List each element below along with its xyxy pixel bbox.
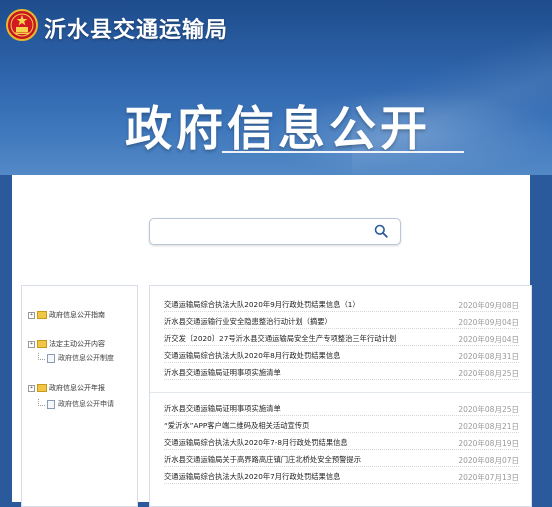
- list-divider: [150, 392, 531, 394]
- tree-item-active-disclosure[interactable]: + 法定主动公开内容: [28, 339, 105, 349]
- list-item-title[interactable]: 沂水县交通运输局证明事项实施清单: [164, 404, 281, 414]
- expand-icon[interactable]: +: [28, 384, 35, 392]
- category-tree: + 政府信息公开指南 + 法定主动公开内容 政府信息公开制度 + 政府信息公开年…: [21, 285, 138, 507]
- list-item-date: 2020年09月04日: [458, 335, 519, 344]
- list-item[interactable]: 交通运输局综合执法大队2020年9月行政处罚结果信息（1） 2020年09月08…: [164, 297, 519, 312]
- list-item[interactable]: 沂交发〔2020〕27号沂水县交通运输局安全生产专项整治三年行动计划 2020年…: [164, 331, 519, 346]
- page-title: 政府信息公开: [125, 102, 431, 157]
- search-input[interactable]: [156, 222, 360, 242]
- tree-item-application[interactable]: 政府信息公开申请: [38, 398, 114, 409]
- list-item[interactable]: “爱沂水”APP客户端二维码及相关活动宣传页 2020年08月21日: [164, 418, 519, 433]
- list-item-title[interactable]: 交通运输局综合执法大队2020年9月行政处罚结果信息（1）: [164, 300, 360, 310]
- document-icon: [47, 353, 55, 363]
- tree-branch-line: [38, 352, 45, 360]
- expand-icon[interactable]: +: [28, 311, 35, 319]
- list-item-date: 2020年07月13日: [458, 473, 519, 482]
- tree-branch-line: [38, 398, 45, 406]
- tree-item-label: 政府信息公开申请: [58, 400, 114, 408]
- list-item-title[interactable]: 交通运输局综合执法大队2020年7月行政处罚结果信息: [164, 472, 340, 482]
- title-underline: [222, 151, 464, 153]
- list-item-date: 2020年09月04日: [458, 318, 519, 327]
- list-item-title[interactable]: 沂水县交通运输行业安全隐患整治行动计划（摘要）: [164, 317, 332, 327]
- list-item-date: 2020年08月25日: [458, 405, 519, 414]
- list-item-title[interactable]: 交通运输局综合执法大队2020年8月行政处罚结果信息: [164, 351, 340, 361]
- list-item[interactable]: 沂水县交通运输局证明事项实施清单 2020年08月25日: [164, 401, 519, 416]
- list-item[interactable]: 交通运输局综合执法大队2020年8月行政处罚结果信息 2020年08月31日: [164, 348, 519, 363]
- list-item-title[interactable]: 交通运输局综合执法大队2020年7-8月行政处罚结果信息: [164, 438, 348, 448]
- content-panel: + 政府信息公开指南 + 法定主动公开内容 政府信息公开制度 + 政府信息公开年…: [12, 175, 532, 507]
- list-item-date: 2020年08月25日: [458, 369, 519, 378]
- list-item[interactable]: 沂水县交通运输局证明事项实施清单 2020年08月25日: [164, 365, 519, 380]
- list-item-title[interactable]: “爱沂水”APP客户端二维码及相关活动宣传页: [164, 421, 309, 431]
- list-item[interactable]: 沂水县交通运输行业安全隐患整治行动计划（摘要） 2020年09月04日: [164, 314, 519, 329]
- list-item-date: 2020年08月07日: [458, 456, 519, 465]
- list-item-date: 2020年08月19日: [458, 439, 519, 448]
- tree-item-label: 政府信息公开年报: [49, 384, 105, 392]
- header-banner: 沂水县交通运输局 政府信息公开: [0, 0, 552, 175]
- search-box[interactable]: [149, 218, 401, 245]
- tree-item-guide[interactable]: + 政府信息公开指南: [28, 310, 105, 320]
- tree-item-annual-report[interactable]: + 政府信息公开年报: [28, 383, 105, 393]
- national-emblem-icon[interactable]: [6, 9, 38, 41]
- list-item-date: 2020年09月08日: [458, 301, 519, 310]
- document-icon: [47, 399, 55, 409]
- folder-icon: [37, 340, 47, 348]
- list-item[interactable]: 交通运输局综合执法大队2020年7-8月行政处罚结果信息 2020年08月19日: [164, 435, 519, 450]
- tree-item-label: 政府信息公开制度: [58, 354, 114, 362]
- list-item[interactable]: 沂水县交通运输局关于高界路高庄镇门庄北桥处安全预警提示 2020年08月07日: [164, 452, 519, 467]
- document-list: 交通运输局综合执法大队2020年9月行政处罚结果信息（1） 2020年09月08…: [149, 285, 532, 507]
- list-item-title[interactable]: 沂水县交通运输局关于高界路高庄镇门庄北桥处安全预警提示: [164, 455, 361, 465]
- list-item[interactable]: 交通运输局综合执法大队2020年7月行政处罚结果信息 2020年07月13日: [164, 469, 519, 484]
- tree-item-system[interactable]: 政府信息公开制度: [38, 352, 114, 363]
- list-item-date: 2020年08月31日: [458, 352, 519, 361]
- search-icon[interactable]: [374, 224, 388, 238]
- list-item-date: 2020年08月21日: [458, 422, 519, 431]
- tree-item-label: 法定主动公开内容: [49, 340, 105, 348]
- site-title[interactable]: 沂水县交通运输局: [44, 12, 228, 44]
- list-item-title[interactable]: 沂水县交通运输局证明事项实施清单: [164, 368, 281, 378]
- tree-item-label: 政府信息公开指南: [49, 311, 105, 319]
- folder-icon: [37, 384, 47, 392]
- expand-icon[interactable]: +: [28, 340, 35, 348]
- list-item-title[interactable]: 沂交发〔2020〕27号沂水县交通运输局安全生产专项整治三年行动计划: [164, 334, 396, 344]
- folder-icon: [37, 311, 47, 319]
